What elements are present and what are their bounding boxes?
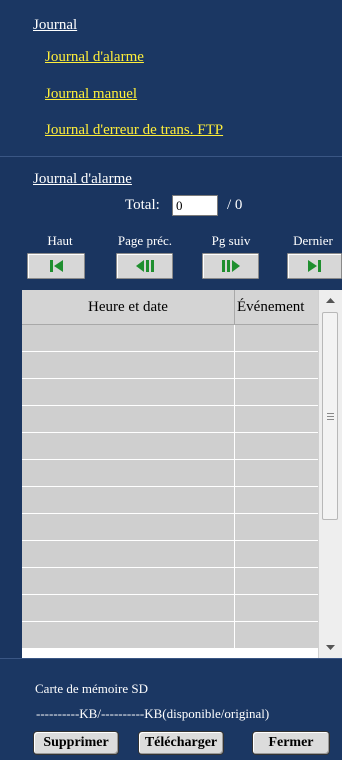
link-alarm-log[interactable]: Journal d'alarme <box>45 49 144 66</box>
cell-event <box>235 406 318 432</box>
link-manual-log[interactable]: Journal manuel <box>45 86 137 103</box>
table-row[interactable] <box>22 406 318 433</box>
cell-event <box>235 433 318 459</box>
column-header-event[interactable]: Événement <box>235 290 318 324</box>
table-row[interactable] <box>22 568 318 595</box>
next-page-icon <box>221 260 240 272</box>
cell-event <box>235 541 318 567</box>
cell-event <box>235 379 318 405</box>
next-page-button[interactable] <box>202 253 259 279</box>
table-row[interactable] <box>22 325 318 352</box>
previous-page-icon <box>135 260 154 272</box>
cell-datetime <box>22 622 235 648</box>
cell-datetime <box>22 541 235 567</box>
cell-event <box>235 460 318 486</box>
nav-last-label: Dernier <box>293 233 333 248</box>
cell-datetime <box>22 433 235 459</box>
table-row[interactable] <box>22 352 318 379</box>
table-row[interactable] <box>22 622 318 649</box>
cell-event <box>235 352 318 378</box>
table-scrollbar[interactable] <box>318 290 342 658</box>
log-panel: Journal Journal d'alarme Journal manuel … <box>0 0 342 760</box>
sd-card-title: Carte de mémoire SD <box>35 681 148 696</box>
close-button[interactable]: Fermer <box>252 731 330 755</box>
cell-datetime <box>22 568 235 594</box>
cell-datetime <box>22 379 235 405</box>
cell-event <box>235 514 318 540</box>
cell-event <box>235 568 318 594</box>
journal-heading: Journal <box>33 17 78 33</box>
delete-button[interactable]: Supprimer <box>33 731 119 755</box>
cell-datetime <box>22 460 235 486</box>
cell-datetime <box>22 514 235 540</box>
cell-datetime <box>22 487 235 513</box>
nav-prev-label: Page préc. <box>117 233 173 248</box>
table-row[interactable] <box>22 487 318 514</box>
cell-datetime <box>22 325 235 351</box>
cell-event <box>235 487 318 513</box>
first-page-icon <box>50 260 63 272</box>
previous-page-button[interactable] <box>116 253 173 279</box>
cell-datetime <box>22 595 235 621</box>
cell-event <box>235 622 318 648</box>
cell-event <box>235 325 318 351</box>
scroll-thumb[interactable] <box>322 312 338 520</box>
cell-event <box>235 595 318 621</box>
total-label: Total: <box>125 197 160 213</box>
first-page-button[interactable] <box>27 253 85 279</box>
last-page-icon <box>307 260 321 272</box>
table-row[interactable] <box>22 595 318 622</box>
table-row[interactable] <box>22 379 318 406</box>
total-input[interactable] <box>172 195 218 216</box>
table-row[interactable] <box>22 460 318 487</box>
scroll-down-icon[interactable] <box>319 638 342 658</box>
table-row[interactable] <box>22 541 318 568</box>
total-count: / 0 <box>227 197 243 213</box>
sd-card-capacity: ----------KB/----------KB(disponible/ori… <box>36 706 270 721</box>
cell-datetime <box>22 406 235 432</box>
table-row[interactable] <box>22 514 318 541</box>
table-header: Heure et date Événement <box>22 290 318 325</box>
download-button[interactable]: Télécharger <box>138 731 224 755</box>
scroll-up-icon[interactable] <box>319 290 342 310</box>
column-header-datetime[interactable]: Heure et date <box>22 290 235 324</box>
log-table-body: Heure et date Événement <box>22 290 318 658</box>
nav-next-label: Pg suiv <box>211 233 251 248</box>
table-row[interactable] <box>22 433 318 460</box>
cell-datetime <box>22 352 235 378</box>
last-page-button[interactable] <box>287 253 342 279</box>
log-table: Heure et date Événement <box>22 290 342 658</box>
nav-first-label: Haut <box>47 233 73 248</box>
log-title: Journal d'alarme <box>33 171 132 187</box>
link-ftp-error-log[interactable]: Journal d'erreur de trans. FTP <box>45 122 223 139</box>
